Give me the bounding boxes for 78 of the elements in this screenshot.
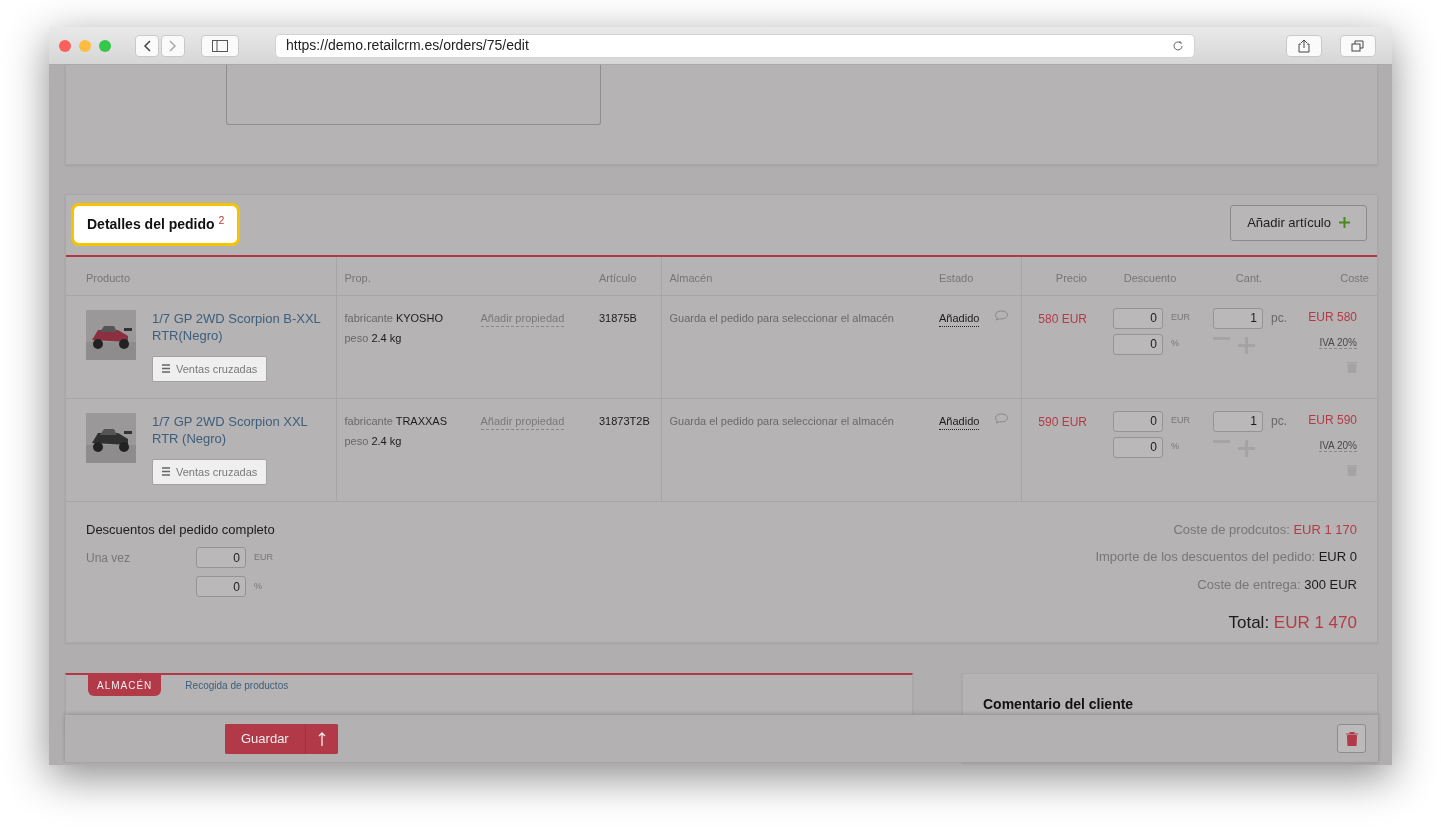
chevron-left-icon: [143, 39, 151, 52]
vat-link[interactable]: IVA 20%: [1319, 439, 1357, 452]
warehouse-text: Guarda el pedido para seleccionar el almacén: [669, 311, 894, 324]
reload-icon[interactable]: [1172, 39, 1184, 52]
status-link[interactable]: Añadido: [939, 412, 980, 430]
list-icon: [162, 467, 170, 477]
unit-text: EUR: [254, 550, 273, 564]
column-header: Estado: [931, 257, 1021, 295]
price-text: 580 EUR: [1038, 311, 1087, 326]
section-tab[interactable]: ALMACÉN: [88, 675, 162, 696]
sku-text: 31873T2B: [599, 414, 650, 427]
cost-text: EUR 580: [1307, 308, 1357, 326]
unit-text: pc.: [1271, 310, 1287, 327]
add-item-button[interactable]: Añadir artículo: [1230, 205, 1367, 241]
tabs-button[interactable]: [1340, 34, 1376, 57]
total-line: Importe de los descuentos del pedido: EUR 0: [1095, 548, 1357, 566]
unit-text: %: [1171, 337, 1179, 351]
column-header: Prop.: [336, 257, 591, 295]
sidebar-button[interactable]: [201, 34, 239, 57]
address-bar[interactable]: https://demo.retailcrm.es/orders/75/edit: [275, 33, 1195, 58]
section-title: Detalles del pedido $^{2}$: [71, 203, 241, 246]
comment-icon[interactable]: [995, 412, 1009, 424]
trash-icon: [1345, 731, 1358, 746]
comment-icon[interactable]: [995, 309, 1009, 321]
discount-label: Una vez: [86, 549, 132, 567]
cross-sell-button[interactable]: Ventas cruzadas: [152, 355, 268, 382]
forward-button[interactable]: [161, 34, 185, 57]
quantity-field[interactable]: 1: [1213, 410, 1263, 432]
chevron-right-icon: [169, 39, 177, 52]
save-button[interactable]: Guardar: [225, 723, 306, 754]
property-text: peso 2.4 kg: [344, 434, 403, 449]
minimize-icon[interactable]: [79, 39, 91, 52]
column-header: Artículo: [591, 257, 661, 295]
unit-text: EUR: [1171, 311, 1190, 325]
vat-link[interactable]: IVA 20%: [1319, 336, 1357, 349]
arrow-up-icon: [316, 730, 327, 747]
section-title: Comentario del cliente: [982, 695, 1135, 714]
unit-text: EUR: [1171, 414, 1190, 428]
unit-text: %: [254, 579, 262, 593]
sidebar-icon: [212, 39, 228, 52]
zoom-icon[interactable]: [99, 39, 111, 52]
back-button[interactable]: [135, 34, 159, 57]
property-text: fabricante TRAXXAS: [344, 413, 449, 429]
share-button[interactable]: [1286, 34, 1322, 57]
discount-field[interactable]: 0: [1113, 410, 1163, 432]
cost-text: EUR 590: [1307, 411, 1357, 429]
unit-text: pc.: [1271, 413, 1287, 430]
quantity-field[interactable]: 1: [1213, 307, 1263, 329]
total-line: Coste de entrega: 300 EUR: [1197, 575, 1357, 594]
list-icon: [162, 364, 170, 374]
discount-percent-field[interactable]: 0: [1113, 333, 1163, 355]
grand-total: Total: EUR 1 470: [1228, 612, 1357, 634]
discount-field[interactable]: 0: [1113, 307, 1163, 329]
discount-percent-field[interactable]: 0: [1113, 436, 1163, 458]
column-header: Descuento: [1095, 257, 1205, 295]
warehouse-text: Guarda el pedido para seleccionar el almacén: [669, 414, 894, 427]
column-header: Coste: [1293, 257, 1377, 295]
sku-text: 31875B: [599, 311, 637, 324]
total-line: Coste de prodcutos: EUR 1 170: [1173, 520, 1357, 539]
column-header: Cant.: [1205, 257, 1293, 295]
property-text: peso 2.4 kg: [344, 331, 403, 346]
text-area[interactable]: [226, 65, 601, 125]
column-header: Producto: [66, 257, 336, 295]
plus-icon: [1339, 217, 1350, 229]
cross-sell-button[interactable]: Ventas cruzadas: [152, 458, 268, 485]
property-text: fabricante KYOSHO: [344, 310, 444, 326]
close-icon[interactable]: [59, 39, 71, 52]
discount-field[interactable]: 0: [196, 547, 246, 568]
discount-percent-field[interactable]: 0: [196, 576, 246, 597]
price-text: 590 EUR: [1038, 414, 1087, 429]
status-link[interactable]: Añadido: [939, 309, 980, 327]
delete-button[interactable]: [1337, 724, 1366, 753]
share-icon: [1298, 38, 1310, 53]
section-subtitle: Descuentos del pedido completo: [86, 520, 275, 539]
column-header: Precio: [1021, 257, 1095, 295]
tabs-icon: [1351, 39, 1365, 52]
column-header: Almacén: [661, 257, 931, 295]
unit-text: %: [1171, 440, 1179, 454]
